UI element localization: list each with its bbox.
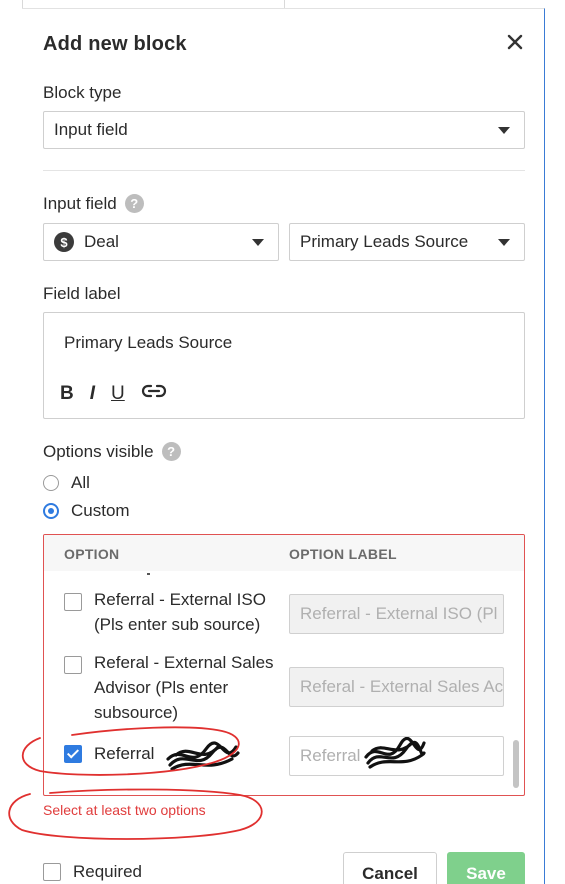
option-checkbox[interactable] bbox=[64, 656, 82, 674]
option-checkbox[interactable] bbox=[64, 745, 82, 763]
link-icon bbox=[141, 384, 166, 398]
option-label-input[interactable]: Referral bbox=[289, 736, 504, 776]
save-button[interactable]: Save bbox=[447, 852, 525, 884]
block-type-label: Block type bbox=[43, 83, 122, 102]
scrollbar-thumb[interactable] bbox=[513, 740, 519, 788]
field-label-heading: Field label bbox=[43, 284, 121, 303]
chevron-down-icon bbox=[498, 239, 510, 246]
radio-label: All bbox=[71, 473, 90, 492]
required-row[interactable]: Required bbox=[43, 862, 142, 882]
link-button[interactable] bbox=[141, 383, 167, 403]
radio-label: Custom bbox=[71, 501, 130, 520]
radio-all[interactable]: All bbox=[43, 473, 90, 493]
scrolled-text-remnant bbox=[147, 573, 150, 575]
block-type-select[interactable]: Input field bbox=[43, 111, 525, 149]
field-value: Primary Leads Source bbox=[300, 232, 469, 251]
error-message: Select at least two options bbox=[43, 802, 206, 818]
radio-button[interactable] bbox=[43, 475, 59, 491]
entity-select[interactable]: $ Deal bbox=[43, 223, 279, 261]
required-label: Required bbox=[73, 862, 142, 881]
question-icon[interactable]: ? bbox=[124, 193, 144, 213]
question-icon[interactable]: ? bbox=[161, 441, 181, 461]
italic-button[interactable]: I bbox=[90, 384, 95, 403]
option-checkbox[interactable] bbox=[64, 593, 82, 611]
radio-custom[interactable]: Custom bbox=[43, 501, 130, 521]
editor-toolbar: B I U bbox=[60, 383, 167, 403]
option-name: Referral - External ISO (Pls enter sub s… bbox=[94, 590, 266, 634]
close-button[interactable] bbox=[502, 29, 528, 55]
field-label-editor[interactable]: Primary Leads Source B I U bbox=[43, 312, 525, 419]
block-type-value: Input field bbox=[54, 120, 128, 139]
option-label-input[interactable]: Referral - External ISO (Pl bbox=[289, 594, 504, 634]
dollar-icon: $ bbox=[54, 232, 74, 252]
option-name: Referal - External Sales Advisor (Pls en… bbox=[94, 653, 274, 722]
options-table-header: OPTION OPTION LABEL bbox=[44, 535, 524, 571]
input-field-label-row: Input field ? bbox=[43, 193, 144, 214]
option-label-input[interactable]: Referal - External Sales Ac bbox=[289, 667, 504, 707]
chevron-down-icon bbox=[498, 127, 510, 134]
radio-button[interactable] bbox=[43, 503, 59, 519]
add-block-dialog: Add new block Block type Input field Inp… bbox=[22, 8, 545, 884]
field-label-text[interactable]: Primary Leads Source bbox=[64, 333, 232, 353]
page: Add new block Block type Input field Inp… bbox=[0, 0, 565, 884]
chevron-down-icon bbox=[252, 239, 264, 246]
options-visible-label: Options visible bbox=[43, 442, 154, 461]
dialog-title: Add new block bbox=[43, 33, 187, 55]
input-field-label: Input field bbox=[43, 194, 117, 213]
underline-button[interactable]: U bbox=[111, 384, 125, 403]
header-option: OPTION bbox=[64, 546, 120, 562]
field-select[interactable]: Primary Leads Source bbox=[289, 223, 525, 261]
cancel-button[interactable]: Cancel bbox=[343, 852, 437, 884]
bold-button[interactable]: B bbox=[60, 384, 74, 403]
options-visible-label-row: Options visible ? bbox=[43, 441, 181, 462]
options-table: OPTION OPTION LABEL Referral - External … bbox=[43, 534, 525, 796]
option-name: Referral bbox=[94, 744, 155, 763]
divider bbox=[43, 170, 525, 171]
required-checkbox[interactable] bbox=[43, 863, 61, 881]
background-edge bbox=[284, 0, 285, 8]
header-option-label: OPTION LABEL bbox=[289, 546, 397, 562]
close-icon bbox=[507, 34, 523, 50]
entity-value: Deal bbox=[84, 232, 119, 251]
